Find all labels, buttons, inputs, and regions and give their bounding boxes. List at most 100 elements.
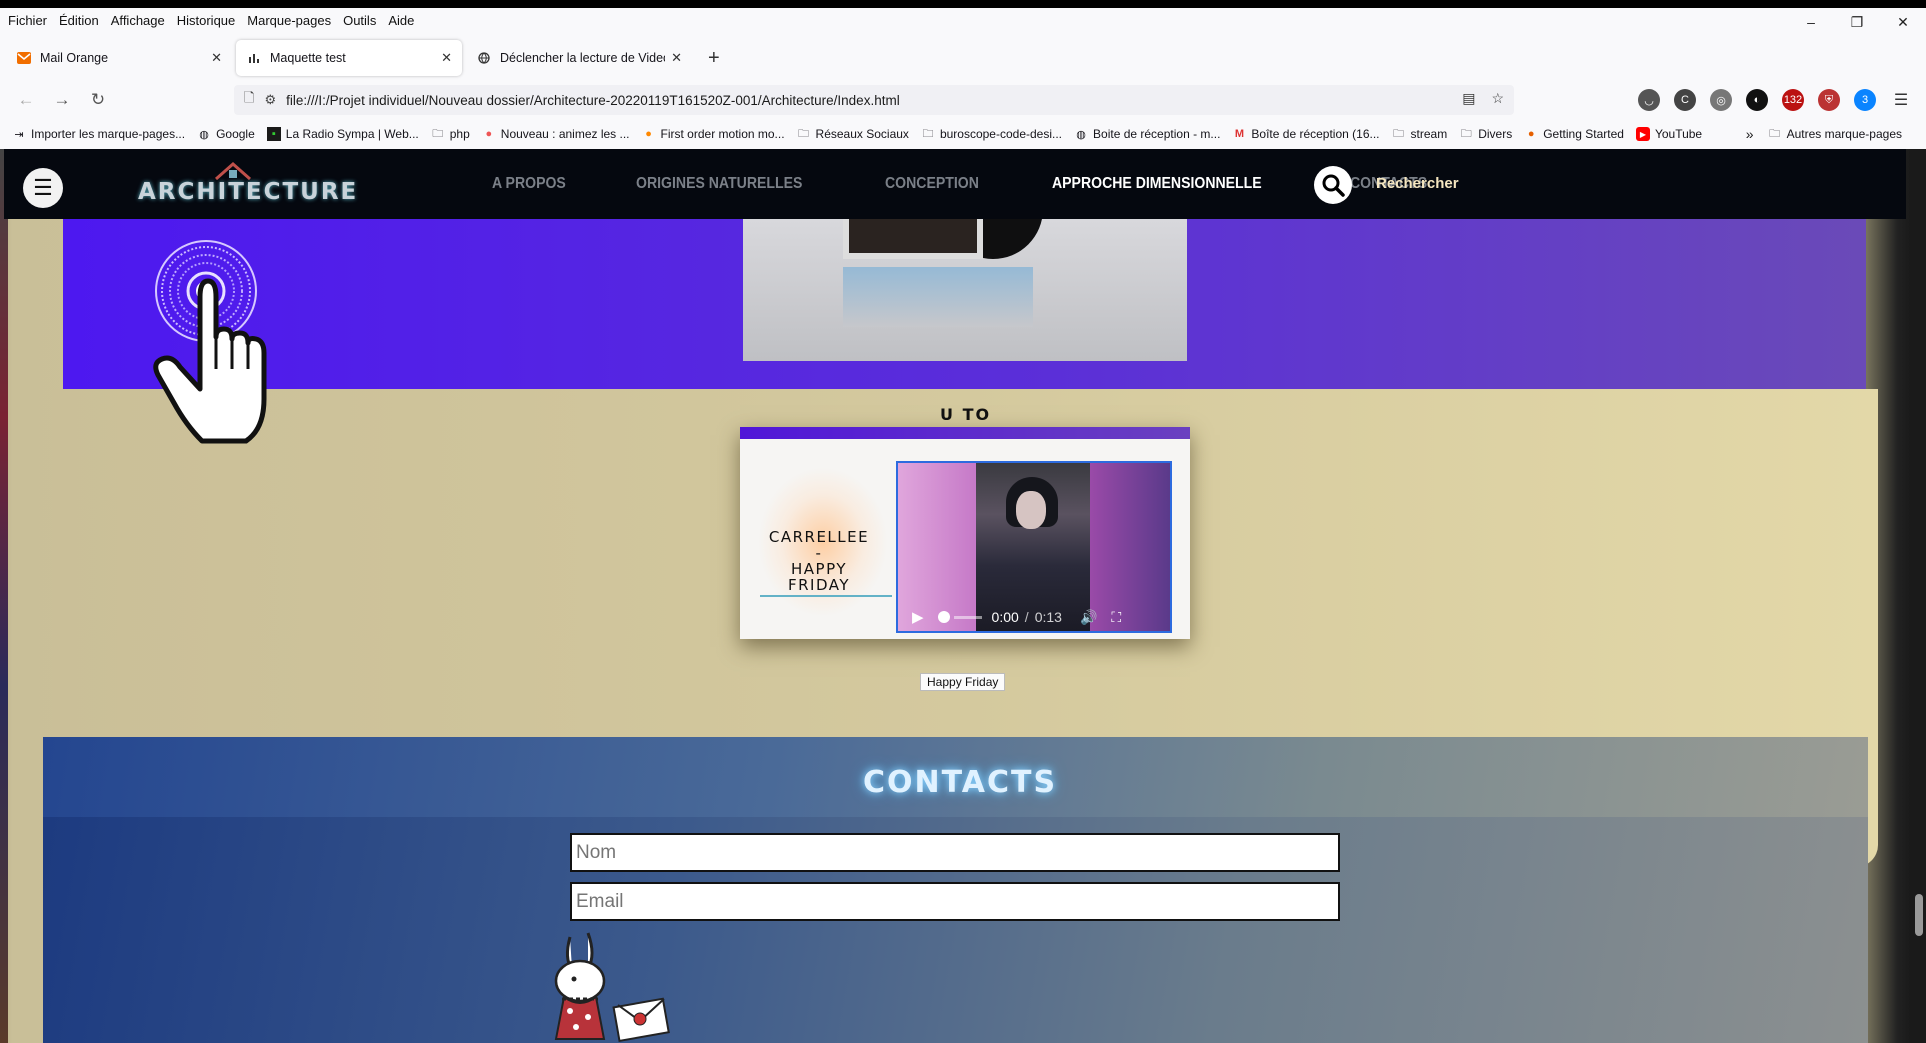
app-menu-icon[interactable]: ☰: [1890, 89, 1912, 111]
bookmark-label: buroscope-code-desi...: [939, 127, 1063, 141]
mail-icon: [16, 50, 32, 66]
name-field[interactable]: [570, 833, 1340, 872]
close-window-button[interactable]: ✕: [1880, 8, 1926, 36]
restore-button[interactable]: ❐: [1834, 8, 1880, 36]
contacts-title: CONTACTS: [863, 765, 1058, 800]
youtube-icon: ▶: [1635, 127, 1650, 141]
import-icon: ⇥: [14, 128, 24, 141]
fullscreen-icon[interactable]: ⛶: [1111, 609, 1121, 626]
bookmark-label: YouTube: [1654, 127, 1703, 141]
search-label[interactable]: Rechercher: [1376, 175, 1459, 192]
tab-close-icon[interactable]: ✕: [211, 50, 222, 66]
new-tab-button[interactable]: +: [696, 47, 732, 70]
nav-approche-dimensionnelle[interactable]: APPROCHE DIMENSIONNELLE: [1052, 175, 1262, 193]
section-title: U TO: [940, 405, 992, 424]
title-underline: [760, 595, 892, 597]
seek-bar[interactable]: [953, 615, 982, 619]
bookmark-label: Getting Started: [1543, 127, 1624, 141]
bookmark-gmail[interactable]: M Boîte de réception (16...: [1232, 127, 1380, 141]
bookmarks-overflow-icon[interactable]: »: [1746, 126, 1754, 142]
bookmark-buroscope[interactable]: 🗀 buroscope-code-desi...: [921, 127, 1062, 141]
extension-badge-icon[interactable]: 3: [1854, 89, 1876, 111]
extension-c-icon[interactable]: C: [1674, 89, 1696, 111]
time-duration: 0:13: [1034, 609, 1062, 625]
bookmark-nouveau[interactable]: ● Nouveau : animez les ...: [482, 127, 629, 141]
top-edge: [0, 0, 1926, 8]
bookmark-divers[interactable]: 🗀 Divers: [1459, 127, 1513, 141]
bookmarks-right: » 🗀 Autres marque-pages: [1746, 120, 1914, 148]
email-field[interactable]: [570, 882, 1340, 921]
menu-affichage[interactable]: Affichage: [111, 13, 165, 28]
bookmark-reseaux-sociaux[interactable]: 🗀 Réseaux Sociaux: [797, 127, 909, 141]
globe-icon: ◍: [199, 128, 209, 141]
bookmark-other[interactable]: 🗀 Autres marque-pages: [1768, 127, 1902, 141]
play-icon[interactable]: ▶: [912, 608, 924, 626]
tab-label: Maquette test: [270, 51, 346, 65]
video-tooltip: Happy Friday: [920, 673, 1006, 691]
time-separator: /: [1024, 609, 1029, 625]
tab-label: Déclencher la lecture de Video au: [500, 51, 665, 65]
menu-marque-pages[interactable]: Marque-pages: [247, 13, 331, 28]
tab-close-icon[interactable]: ✕: [671, 50, 682, 66]
minimize-button[interactable]: –: [1788, 8, 1834, 36]
contacts-section: CONTACTS: [43, 737, 1868, 1043]
song-separator: -: [815, 544, 823, 562]
url-bar[interactable]: 🗋 ⚙ file:///I:/Projet individuel/Nouveau…: [234, 85, 1514, 115]
folder-icon: 🗀: [1460, 127, 1472, 140]
nav-a-propos[interactable]: A PROPOS: [492, 175, 566, 193]
pocket-icon[interactable]: ◡: [1638, 89, 1660, 111]
menu-outils[interactable]: Outils: [343, 13, 376, 28]
forward-arrow-icon[interactable]: →: [44, 90, 80, 110]
folder-icon: 🗀: [798, 127, 810, 140]
song-title: CARRELLEE - HAPPY FRIDAY: [764, 529, 874, 593]
bookmark-label: Boite de réception - m...: [1093, 127, 1221, 141]
nav-conception[interactable]: CONCEPTION: [885, 175, 979, 193]
song-name-line2: FRIDAY: [787, 576, 851, 594]
ublock-icon[interactable]: 132: [1782, 89, 1804, 111]
folder-icon: 🗀: [1393, 127, 1405, 140]
bookmark-import[interactable]: ⇥ Importer les marque-pages...: [12, 127, 185, 141]
reader-view-icon[interactable]: ▤: [1462, 90, 1475, 107]
tab-bar: Mail Orange ✕ Maquette test ✕ Déclencher…: [0, 36, 1926, 80]
site-logo[interactable]: ARCHITECTURE: [138, 179, 358, 205]
bookmark-boite-reception-m[interactable]: ◍ Boite de réception - m...: [1074, 127, 1220, 141]
volume-icon[interactable]: 🔊: [1080, 609, 1097, 626]
bookmark-php[interactable]: 🗀 php: [431, 127, 470, 141]
menu-bar: Fichier Édition Affichage Historique Mar…: [0, 8, 1926, 32]
left-edge-decoration: [0, 149, 8, 1043]
scrollbar-thumb[interactable]: [1915, 894, 1923, 936]
extension-cast-icon[interactable]: ◎: [1710, 89, 1732, 111]
tab-close-icon[interactable]: ✕: [441, 50, 452, 66]
menu-edition[interactable]: Édition: [59, 13, 99, 28]
album-thumbnail[interactable]: [743, 159, 1187, 361]
menu-historique[interactable]: Historique: [177, 13, 236, 28]
bookmark-star-icon[interactable]: ☆: [1491, 90, 1504, 107]
bookmark-radio-sympa[interactable]: ▪ La Radio Sympa | Web...: [266, 127, 419, 141]
bookmark-stream[interactable]: 🗀 stream: [1392, 127, 1448, 141]
bookmark-label: stream: [1410, 127, 1448, 141]
hamburger-menu-icon[interactable]: ☰: [23, 168, 63, 208]
seek-knob[interactable]: [937, 611, 950, 623]
search-icon[interactable]: [1314, 166, 1352, 204]
bookmark-getting-started[interactable]: ● Getting Started: [1524, 127, 1624, 141]
extension-red-icon[interactable]: ⛨: [1818, 89, 1840, 111]
folder-icon: 🗀: [432, 127, 444, 140]
menu-aide[interactable]: Aide: [388, 13, 414, 28]
reload-icon[interactable]: ↻: [80, 90, 116, 110]
tab-declencher-video[interactable]: Déclencher la lecture de Video au ✕: [466, 40, 692, 76]
bookmark-label: php: [449, 127, 470, 141]
menu-fichier[interactable]: Fichier: [8, 13, 47, 28]
bookmark-google[interactable]: ◍ Google: [197, 127, 255, 141]
video-player[interactable]: ▶ 0:00 / 0:13 🔊 ⛶: [896, 461, 1172, 633]
back-arrow-icon[interactable]: ←: [8, 90, 44, 110]
bookmark-first-order[interactable]: ● First order motion mo...: [642, 127, 784, 141]
tab-maquette-test[interactable]: Maquette test ✕: [236, 40, 462, 76]
url-text[interactable]: file:///I:/Projet individuel/Nouveau dos…: [286, 93, 900, 108]
nav-origines-naturelles[interactable]: ORIGINES NATURELLES: [636, 175, 802, 193]
permissions-icon[interactable]: ⚙: [264, 92, 276, 108]
tab-mail-orange[interactable]: Mail Orange ✕: [6, 40, 232, 76]
site-navbar: ☰ ARCHITECTURE A PROPOS ORIGINES NATUREL…: [4, 149, 1906, 219]
bookmark-youtube[interactable]: ▶ YouTube: [1635, 127, 1703, 141]
globe-icon: ◍: [1076, 128, 1086, 141]
extension-dark-icon[interactable]: ◐: [1746, 89, 1768, 111]
